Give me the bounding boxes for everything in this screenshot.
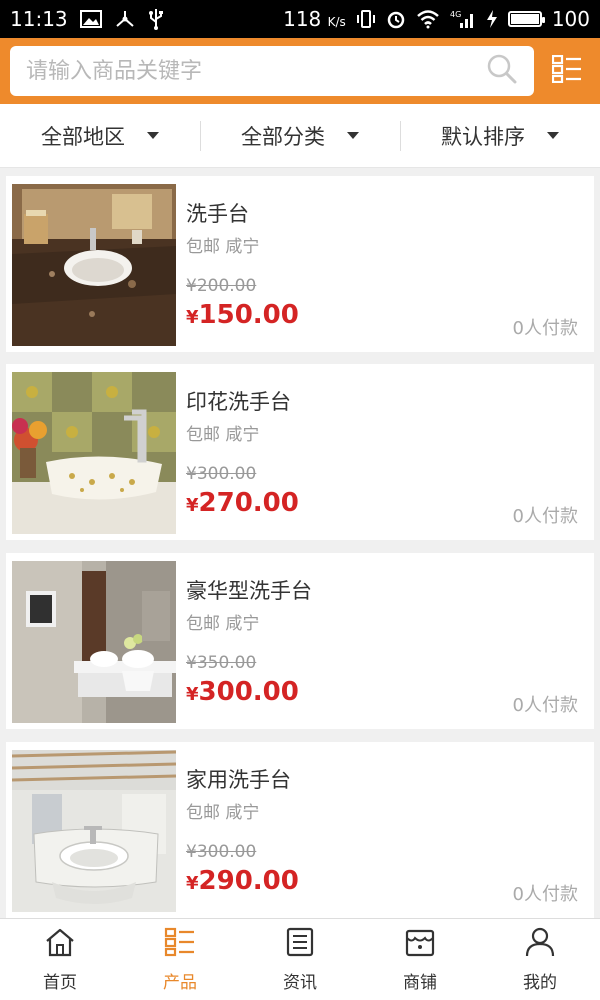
nav-label: 我的 [523, 972, 557, 993]
nav-me[interactable]: 我的 [480, 919, 600, 1000]
usb-icon [148, 8, 164, 30]
nav-label: 首页 [43, 972, 77, 993]
nav-label: 商铺 [403, 972, 437, 993]
product-card[interactable]: 印花洗手台 包邮 咸宁 ¥300.00 ¥270.00 0人付款 [6, 364, 594, 540]
product-card[interactable]: 家用洗手台 包邮 咸宁 ¥300.00 ¥290.00 0人付款 [6, 742, 594, 918]
product-original-price: ¥300.00 [186, 842, 257, 862]
net-speed: 118 K/s [283, 7, 346, 31]
status-time: 11:13 [10, 7, 68, 31]
nav-home[interactable]: 首页 [0, 919, 120, 1000]
list-view-icon [551, 54, 582, 87]
shop-icon [404, 927, 436, 962]
filter-category[interactable]: 全部分类 [200, 104, 400, 167]
filter-label: 全部地区 [41, 124, 125, 149]
nav-shops[interactable]: 商铺 [360, 919, 480, 1000]
caret-down-icon [147, 132, 159, 139]
wifi-icon [416, 9, 440, 29]
product-image[interactable] [12, 184, 176, 346]
battery-icon [507, 11, 545, 27]
filter-label: 全部分类 [241, 124, 325, 149]
svg-text:4G: 4G [450, 10, 461, 19]
product-image[interactable] [12, 750, 176, 912]
usb-tether-icon [114, 9, 136, 29]
filter-region[interactable]: 全部地区 [0, 104, 200, 167]
product-list-icon [164, 927, 196, 962]
search-header [0, 38, 600, 104]
alarm-icon [386, 9, 406, 29]
product-price: ¥290.00 [186, 866, 299, 896]
product-name: 洗手台 [186, 202, 249, 226]
charging-icon [486, 9, 498, 29]
status-bar: 11:13 118 K/s 4G 100 [0, 0, 600, 38]
caret-down-icon [347, 132, 359, 139]
product-original-price: ¥350.00 [186, 653, 257, 673]
product-shipping-location: 包邮 咸宁 [186, 803, 260, 823]
product-price: ¥270.00 [186, 488, 299, 518]
battery-level: 100 [551, 7, 590, 31]
product-card[interactable]: 豪华型洗手台 包邮 咸宁 ¥350.00 ¥300.00 0人付款 [6, 553, 594, 729]
product-sales-count: 0人付款 [512, 695, 578, 716]
product-original-price: ¥200.00 [186, 276, 257, 296]
vibrate-icon [356, 9, 376, 29]
product-name: 豪华型洗手台 [186, 579, 312, 603]
search-input[interactable] [26, 58, 486, 84]
filter-sort[interactable]: 默认排序 [400, 104, 600, 167]
image-icon [79, 10, 102, 28]
product-price: ¥300.00 [186, 677, 299, 707]
filter-label: 默认排序 [441, 124, 525, 149]
product-image[interactable] [12, 561, 176, 723]
search-icon[interactable] [486, 53, 518, 89]
nav-label: 产品 [163, 972, 197, 993]
product-card[interactable]: 洗手台 包邮 咸宁 ¥200.00 ¥150.00 0人付款 [6, 176, 594, 352]
nav-products[interactable]: 产品 [120, 919, 240, 1000]
user-icon [524, 927, 556, 962]
caret-down-icon [547, 132, 559, 139]
product-name: 印花洗手台 [186, 390, 291, 414]
filter-bar: 全部地区 全部分类 默认排序 [0, 104, 600, 168]
product-name: 家用洗手台 [186, 768, 291, 792]
bottom-nav: 首页 产品 资讯 商铺 我的 [0, 918, 600, 1000]
product-original-price: ¥300.00 [186, 464, 257, 484]
product-shipping-location: 包邮 咸宁 [186, 425, 260, 445]
product-shipping-location: 包邮 咸宁 [186, 237, 260, 257]
product-price: ¥150.00 [186, 300, 299, 330]
list-view-button[interactable] [544, 46, 590, 96]
nav-news[interactable]: 资讯 [240, 919, 360, 1000]
nav-label: 资讯 [283, 972, 317, 993]
product-sales-count: 0人付款 [512, 506, 578, 527]
search-box[interactable] [10, 46, 534, 96]
product-sales-count: 0人付款 [512, 884, 578, 905]
home-icon [44, 927, 76, 962]
product-image[interactable] [12, 372, 176, 534]
4g-signal-icon: 4G [450, 9, 476, 29]
product-sales-count: 0人付款 [512, 318, 578, 339]
news-icon [284, 927, 316, 962]
product-shipping-location: 包邮 咸宁 [186, 614, 260, 634]
